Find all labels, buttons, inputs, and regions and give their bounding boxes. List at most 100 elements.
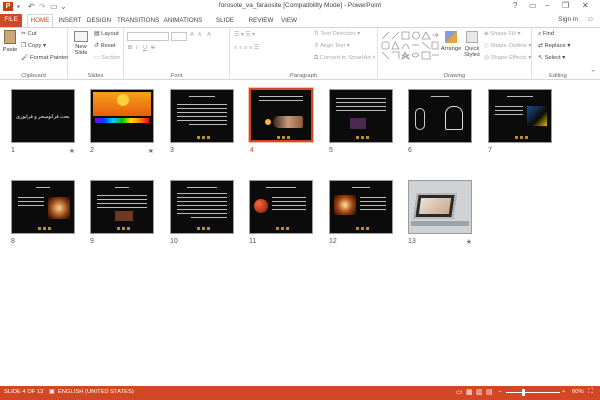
copy-button[interactable]: ❐ Copy ▾ bbox=[21, 43, 46, 49]
shape-fill-button[interactable]: ◈ Shape Fill ▾ bbox=[484, 31, 520, 37]
strikethrough-button[interactable]: S bbox=[151, 45, 155, 51]
ribbon-display-options-icon[interactable]: ▭ bbox=[529, 1, 537, 10]
convert-smartart-button[interactable]: ⧉ Convert to SmartArt ▾ bbox=[314, 55, 375, 62]
decrease-font-size-button[interactable]: A bbox=[198, 32, 201, 38]
slide-thumbnail-4[interactable]: 4 bbox=[248, 87, 314, 154]
slide-thumbnail-1[interactable]: دو بحث فرآنوسحر و فرآیوری 1 ★ bbox=[11, 89, 75, 155]
sun-spectrum-image bbox=[93, 92, 151, 116]
slide-thumbnail-10[interactable]: 10 bbox=[170, 180, 234, 245]
language-status[interactable]: ENGLISH (UNITED STATES) bbox=[58, 389, 134, 395]
slide-thumbnail-7[interactable]: 7 bbox=[488, 89, 552, 154]
tab-slide-show[interactable]: SLIDE SHOW bbox=[207, 15, 243, 36]
tab-animations[interactable]: ANIMATIONS bbox=[163, 15, 203, 27]
bullets-button[interactable]: ☰ ▾ ☰ ▾ bbox=[234, 32, 255, 38]
cut-label: Cut bbox=[27, 31, 37, 37]
normal-view-icon[interactable]: ▭ bbox=[456, 388, 463, 396]
slide-sorter-icon[interactable]: ▦ bbox=[466, 388, 473, 396]
reset-button[interactable]: ↺ Reset bbox=[94, 43, 116, 49]
quick-styles-button[interactable]: Quick Styles bbox=[462, 31, 482, 58]
slide-thumbnail-13[interactable]: 13 ★ bbox=[408, 180, 472, 246]
tab-design[interactable]: DESIGN bbox=[86, 15, 112, 27]
slide-thumbnail-2[interactable]: 2 ★ bbox=[90, 89, 154, 155]
slide-5-image bbox=[350, 118, 366, 129]
tab-view[interactable]: VIEW bbox=[279, 15, 299, 27]
slide-thumbnail-11[interactable]: 11 bbox=[249, 180, 313, 245]
ribbon: Paste ✂ Cut ❐ Copy ▾ 🖌 Format Painter Cl… bbox=[0, 27, 600, 80]
zoom-in-icon[interactable]: + bbox=[562, 389, 565, 395]
shape-effects-button[interactable]: ◎ Shape Effects ▾ bbox=[484, 55, 531, 61]
increase-font-size-button[interactable]: A bbox=[190, 32, 194, 38]
layout-button[interactable]: ▤ Layout bbox=[94, 31, 119, 37]
section-button[interactable]: ▭ Section bbox=[94, 55, 120, 61]
paste-label: Paste bbox=[2, 47, 18, 53]
slide-12-image bbox=[334, 195, 356, 215]
italic-button[interactable]: I bbox=[136, 45, 138, 51]
bold-button[interactable]: B bbox=[128, 45, 132, 51]
slide-count-status[interactable]: SLIDE 4 OF 13 bbox=[4, 389, 43, 395]
editing-group: ⌕ Find ⇄ Replace ▾ ↖ Select ▾ Editing bbox=[532, 28, 584, 80]
account-icon[interactable]: ☺ bbox=[587, 16, 594, 23]
layout-label: Layout bbox=[101, 31, 119, 37]
format-painter-button[interactable]: 🖌 Format Painter bbox=[21, 55, 68, 61]
tab-review[interactable]: REVIEW bbox=[248, 15, 274, 27]
replace-icon: ⇄ bbox=[538, 43, 543, 49]
align-text-icon: ⇕ bbox=[314, 43, 319, 49]
clipboard-group: Paste ✂ Cut ❐ Copy ▾ 🖌 Format Painter Cl… bbox=[0, 28, 68, 80]
font-size-combo[interactable] bbox=[171, 32, 187, 41]
paste-icon bbox=[4, 30, 16, 44]
language-icon[interactable]: ▣ bbox=[49, 389, 54, 395]
zoom-slider[interactable] bbox=[506, 389, 560, 396]
font-name-combo[interactable] bbox=[127, 32, 169, 41]
collapse-ribbon-icon[interactable]: ⌃ bbox=[590, 69, 596, 77]
clear-formatting-button[interactable]: A bbox=[207, 32, 211, 38]
slide-show-icon[interactable]: ▤ bbox=[486, 388, 493, 396]
align-text-label: Align Text bbox=[320, 43, 346, 49]
quick-styles-icon bbox=[466, 31, 478, 43]
text-direction-button[interactable]: ⇅ Text Direction ▾ bbox=[314, 31, 360, 37]
reading-view-icon[interactable]: ▥ bbox=[476, 388, 483, 396]
slide-thumbnail-9[interactable]: 9 bbox=[90, 180, 154, 245]
fit-slide-icon[interactable]: ⛶ bbox=[588, 388, 593, 396]
status-bar: SLIDE 4 OF 13 ▣ ENGLISH (UNITED STATES) … bbox=[0, 386, 600, 400]
help-icon[interactable]: ? bbox=[513, 1, 517, 10]
slide-thumbnail-6[interactable]: 6 bbox=[408, 89, 472, 154]
section-icon: ▭ bbox=[94, 55, 100, 61]
tab-home[interactable]: HOME bbox=[27, 14, 53, 27]
tab-file[interactable]: FILE bbox=[0, 14, 22, 27]
minimize-icon[interactable]: − bbox=[545, 1, 550, 10]
find-icon: ⌕ bbox=[538, 31, 542, 37]
ribbon-tabs: FILE HOME INSERT DESIGN TRANSITIONS ANIM… bbox=[0, 13, 600, 36]
find-button[interactable]: ⌕ Find bbox=[538, 31, 554, 38]
sign-in-link[interactable]: Sign in bbox=[558, 16, 578, 23]
zoom-out-icon[interactable]: − bbox=[498, 389, 501, 395]
tab-transitions[interactable]: TRANSITIONS bbox=[117, 15, 159, 27]
align-buttons[interactable]: ≡ ≡ ≡ ≡ ☰ bbox=[234, 45, 259, 51]
new-slide-button[interactable]: New Slide bbox=[71, 31, 91, 56]
smartart-icon: ⧉ bbox=[314, 55, 319, 61]
drawing-group: Arrange Quick Styles ◈ Shape Fill ▾ ◇ Sh… bbox=[378, 28, 532, 80]
paste-button[interactable]: Paste bbox=[2, 30, 18, 53]
tab-insert[interactable]: INSERT bbox=[58, 15, 82, 27]
arrange-button[interactable]: Arrange bbox=[440, 31, 462, 52]
align-text-button[interactable]: ⇕ Align Text ▾ bbox=[314, 43, 350, 49]
close-icon[interactable]: ✕ bbox=[582, 1, 589, 10]
reset-icon: ↺ bbox=[94, 43, 99, 49]
clipboard-group-label: Clipboard bbox=[21, 73, 46, 79]
cut-icon: ✂ bbox=[21, 31, 26, 37]
shape-outline-button[interactable]: ◇ Shape Outline ▾ bbox=[484, 43, 531, 49]
maximize-icon[interactable]: ❐ bbox=[562, 1, 569, 10]
slide-thumbnail-5[interactable]: 5 bbox=[329, 89, 393, 154]
slide-thumbnail-8[interactable]: 8 bbox=[11, 180, 75, 245]
text-direction-icon: ⇅ bbox=[314, 31, 319, 37]
select-button[interactable]: ↖ Select ▾ bbox=[538, 55, 565, 61]
zoom-slider-thumb[interactable] bbox=[522, 389, 526, 396]
slide-thumbnail-12[interactable]: 12 bbox=[329, 180, 393, 245]
cut-button[interactable]: ✂ Cut bbox=[21, 31, 37, 37]
shapes-gallery-icon[interactable] bbox=[381, 31, 439, 61]
smartart-label: Convert to SmartArt bbox=[319, 55, 371, 61]
zoom-level[interactable]: 60% bbox=[572, 389, 584, 395]
underline-button[interactable]: U bbox=[143, 45, 147, 51]
slide-thumbnail-3[interactable]: 3 bbox=[170, 89, 234, 154]
replace-button[interactable]: ⇄ Replace ▾ bbox=[538, 43, 570, 49]
slide-number-9: 9 bbox=[90, 238, 94, 245]
